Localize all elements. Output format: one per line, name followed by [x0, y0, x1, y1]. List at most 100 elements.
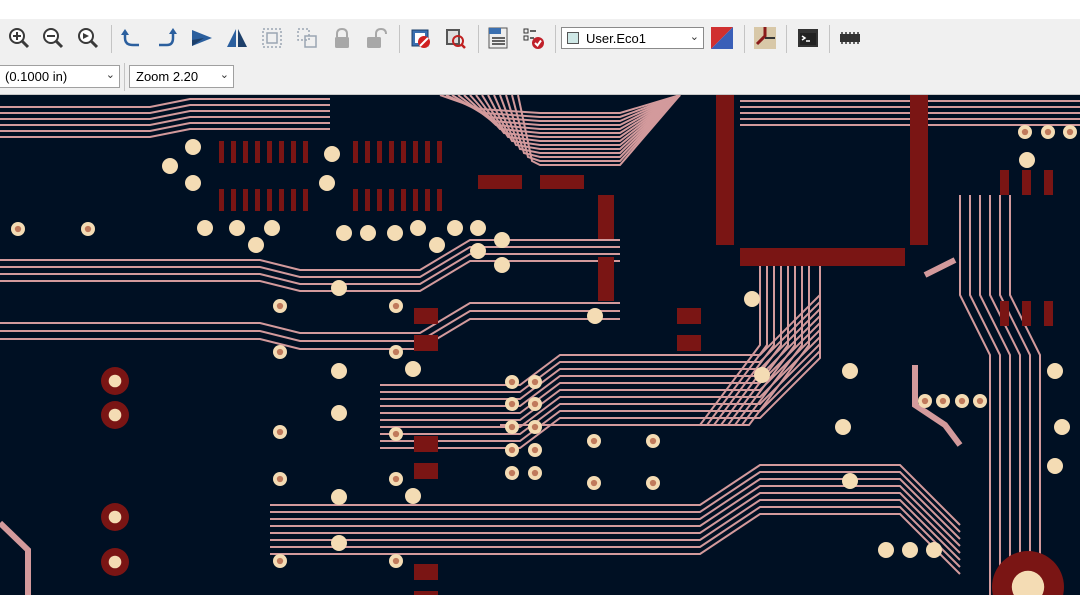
smd-pad — [414, 308, 438, 324]
smd-pad — [231, 189, 236, 211]
zoom-out-icon — [43, 28, 64, 49]
smd-pad — [1000, 301, 1009, 326]
via — [528, 397, 542, 411]
via — [926, 542, 942, 558]
rotate-cw-button[interactable] — [153, 24, 181, 52]
via — [1047, 458, 1063, 474]
copper-track — [270, 464, 961, 526]
via — [835, 419, 851, 435]
toolbar-separator — [829, 25, 830, 53]
smd-pad — [1044, 301, 1053, 326]
zoom-fit-icon — [78, 28, 99, 49]
via — [229, 220, 245, 236]
via — [1054, 419, 1070, 435]
via — [587, 308, 603, 324]
power-track — [923, 257, 957, 278]
zoom-select[interactable]: Zoom 2.20 ⌄ — [129, 65, 234, 88]
pcb-canvas[interactable] — [0, 95, 1080, 595]
copper-track — [1009, 195, 1041, 595]
via — [646, 434, 660, 448]
smd-pad — [540, 175, 584, 189]
smd-pad — [353, 141, 358, 163]
smd-pad — [1022, 301, 1031, 326]
smd-pad — [414, 436, 438, 452]
via — [842, 363, 858, 379]
power-track — [0, 520, 31, 595]
unlock-button[interactable] — [362, 24, 390, 52]
smd-pad — [377, 189, 382, 211]
copper-track — [514, 255, 775, 426]
ungroup-button[interactable] — [293, 24, 321, 52]
grid-select-value: (0.1000 in) — [5, 69, 68, 84]
via — [389, 554, 403, 568]
zoom-select-value: Zoom 2.20 — [136, 69, 199, 84]
copper-track — [270, 492, 961, 554]
smd-pad — [478, 175, 522, 189]
smd-pad — [677, 335, 701, 351]
checklist-button[interactable] — [519, 24, 547, 52]
inspect-button[interactable] — [441, 24, 469, 52]
copper-track — [535, 255, 796, 426]
rotate-ccw-button[interactable] — [117, 24, 145, 52]
scripting-console-button[interactable] — [794, 24, 822, 52]
main-toolbar: User.Eco1 ⌄ — [0, 19, 1080, 59]
smd-pad — [255, 189, 260, 211]
zoom-fit-button[interactable] — [74, 24, 102, 52]
title-strip — [0, 0, 1080, 19]
copper-track — [270, 513, 961, 575]
smd-pad — [219, 189, 224, 211]
via — [336, 225, 352, 241]
via — [101, 401, 129, 429]
via — [505, 397, 519, 411]
smd-pad — [598, 257, 614, 301]
via — [273, 425, 287, 439]
layer-select[interactable]: User.Eco1 ⌄ — [561, 27, 704, 49]
via — [505, 375, 519, 389]
smd-pad — [401, 189, 406, 211]
grid-select[interactable]: (0.1000 in) ⌄ — [0, 65, 120, 88]
via — [331, 405, 347, 421]
mirror-button[interactable] — [223, 24, 251, 52]
via — [470, 220, 486, 236]
inspect-icon — [446, 29, 466, 49]
ic-pin-row — [716, 95, 734, 245]
group-button[interactable] — [258, 24, 286, 52]
copper-track — [270, 485, 961, 547]
route-track-button[interactable] — [751, 24, 779, 52]
smd-pad — [414, 564, 438, 580]
footprint-icon — [840, 32, 860, 44]
via — [429, 237, 445, 253]
via — [331, 363, 347, 379]
flip-button[interactable] — [188, 24, 216, 52]
footprint-button[interactable] — [836, 24, 864, 52]
via — [528, 375, 542, 389]
toolbar-separator — [744, 25, 745, 53]
smd-pad — [255, 141, 260, 163]
via — [587, 476, 601, 490]
toolbar-separator — [555, 25, 556, 53]
via — [447, 220, 463, 236]
smd-pad — [279, 141, 284, 163]
ungroup-icon — [297, 28, 317, 48]
via — [331, 489, 347, 505]
lock-button[interactable] — [328, 24, 356, 52]
toolbar-separator — [124, 63, 125, 91]
toolbar-separator — [111, 25, 112, 53]
via — [528, 466, 542, 480]
via — [744, 291, 760, 307]
via — [248, 237, 264, 253]
netlist-button[interactable] — [484, 24, 512, 52]
zoom-in-button[interactable] — [5, 24, 33, 52]
via — [405, 361, 421, 377]
drc-button[interactable] — [406, 24, 434, 52]
smd-pad — [243, 189, 248, 211]
zoom-out-button[interactable] — [39, 24, 67, 52]
layer-pair-button[interactable] — [708, 24, 736, 52]
smd-pad — [401, 141, 406, 163]
copper-track — [270, 506, 961, 568]
via — [11, 222, 25, 236]
smd-pad — [303, 141, 308, 163]
copper-track — [969, 195, 1001, 595]
via — [101, 503, 129, 531]
via — [185, 139, 201, 155]
